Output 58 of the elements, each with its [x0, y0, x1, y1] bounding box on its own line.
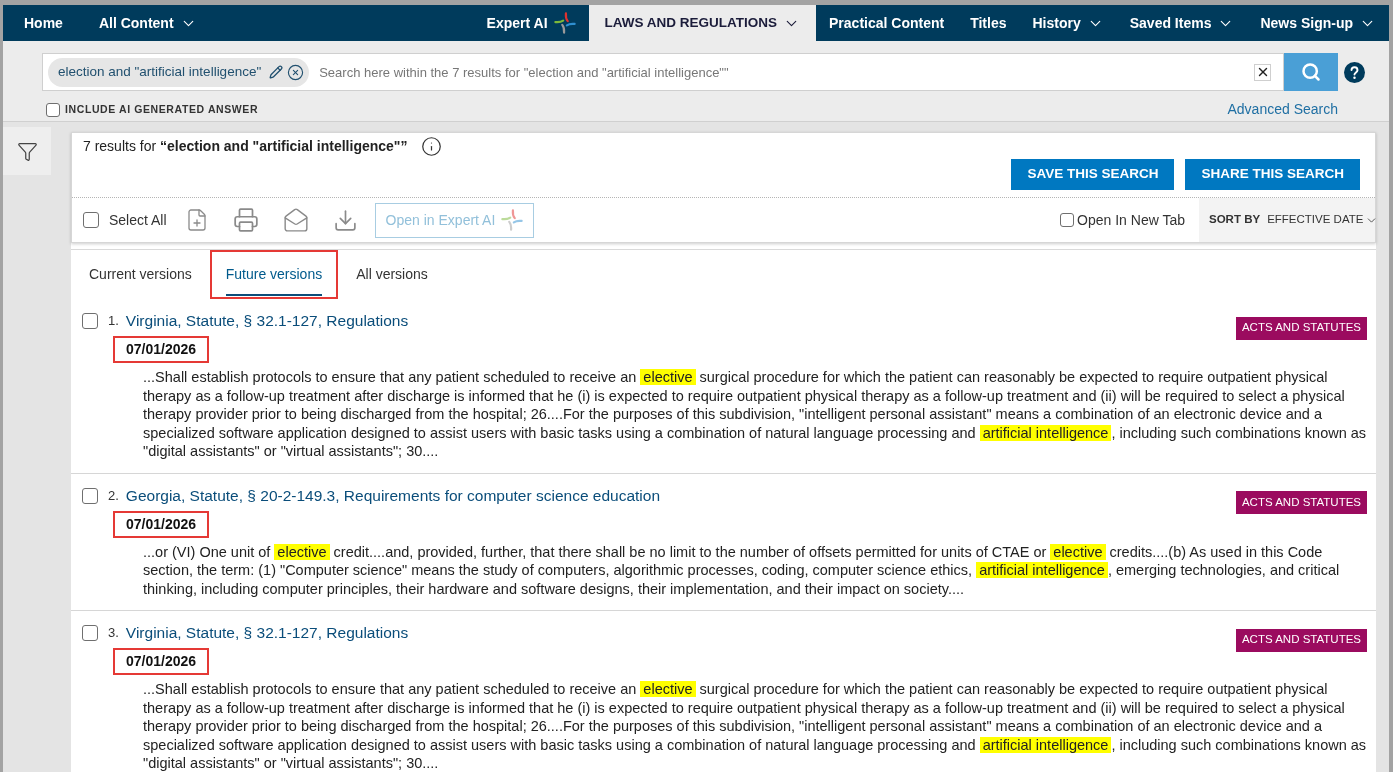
checkbox[interactable]: [82, 487, 98, 504]
download-icon[interactable]: [332, 207, 358, 233]
checkbox[interactable]: [82, 625, 98, 641]
sparkle-logo-icon: [501, 209, 524, 231]
result-title-link[interactable]: Virginia, Statute, § 32.1-127, Regulations: [125, 621, 409, 645]
result-snippet: ...or (VI) One unit of elective credit....and, provided, further, that there shall be no limit to the number of offsets permitted for units of CTAE or elective credits....(b) As used in this Code section, the term: (1) "Computer science" means the study of computers, algorithmic processes, coding, computer science ethics, artificial intelligence , emerging technologies, and critical thinking, including computer principles, their hardware and software designs, their implementation, and their impact on society....: [143, 542, 1341, 598]
info-icon[interactable]: [421, 136, 443, 157]
result-number: 3.: [108, 624, 119, 643]
category-badge: ACTS AND STATUTES: [1235, 491, 1367, 514]
nav-link[interactable]: All Content: [85, 5, 210, 41]
checkbox[interactable]: [46, 102, 60, 117]
result-snippet: ...Shall establish protocols to ensure that any patient scheduled to receive an elective surgical procedure for which the patient can reasonably be expected to require outpatient physical therapy as a follow-up treatment after discharge is informed that he (i) is expected to require outpatient physical therapy as a follow-up treatment and (ii) will be required to select a physical therapy provider prior to being discharged from the hospital; 26....For the purposes of this subdivision, "intelligent personal assistant" means a combination of an electronic device and a specialized software application designed to assist users with basic tasks using a combination of natural language processing and artificial intelligence , including such combinations known as "digital assistants" or "virtual assistants"; 30....: [143, 368, 1367, 461]
nav-link[interactable]: Home: [11, 5, 76, 41]
search-button[interactable]: [1284, 53, 1338, 91]
checkbox-label: INCLUDE AI GENERATED ANSWER: [65, 101, 259, 117]
sort-dropdown[interactable]: EFFECTIVE DATE: [1267, 211, 1379, 229]
search-field[interactable]: election and "artificial intelligence" Search here within the 7 results for "election and "artificial intelligence"": [42, 53, 1284, 91]
pencil-icon[interactable]: [269, 65, 284, 79]
help-icon[interactable]: [1344, 61, 1365, 83]
category-badge: ACTS AND STATUTES: [1235, 628, 1367, 652]
search-icon: [1301, 62, 1321, 82]
version-tab[interactable]: All versions: [340, 250, 444, 299]
search-action-button[interactable]: SAVE THIS SEARCH: [1011, 159, 1175, 190]
sparkle-logo-icon: [553, 12, 576, 34]
nav-link[interactable]: Expert AI: [473, 5, 589, 41]
results-summary: 7 results for “election and "artificial intelligence"”: [83, 137, 408, 156]
search-query-chip[interactable]: election and "artificial intelligence": [48, 57, 310, 87]
nav-link[interactable]: Titles: [957, 5, 1020, 41]
filter-icon: [16, 140, 38, 162]
category-badge: ACTS AND STATUTES: [1235, 316, 1367, 340]
nav-link[interactable]: Saved Items: [1116, 5, 1248, 41]
version-tab[interactable]: Current versions: [73, 250, 208, 299]
clear-circle-icon[interactable]: [287, 63, 305, 81]
effective-date: 07/01/2026: [113, 510, 210, 538]
result-title-link[interactable]: Virginia, Statute, § 32.1-127, Regulations: [125, 309, 409, 333]
nav-link[interactable]: Practical Content: [816, 5, 958, 41]
effective-date: 07/01/2026: [113, 648, 210, 675]
effective-date: 07/01/2026: [113, 336, 210, 363]
checkbox-label: Select All: [109, 210, 167, 230]
result-title-link[interactable]: Georgia, Statute, § 20-2-149.3, Requirements for computer science education: [125, 483, 661, 508]
checkbox[interactable]: [1060, 213, 1075, 227]
checkbox-label: Open In New Tab: [1077, 210, 1185, 230]
envelope-icon[interactable]: [282, 207, 309, 233]
filter-button[interactable]: [3, 127, 51, 175]
result-snippet: ...Shall establish protocols to ensure that any patient scheduled to receive an elective surgical procedure for which the patient can reasonably be expected to require outpatient physical therapy as a follow-up treatment after discharge is informed that he (i) is expected to require outpatient physical therapy as a follow-up treatment and (ii) will be required to select a physical therapy provider prior to being discharged from the hospital; 26....For the purposes of this subdivision, "intelligent personal assistant" means a combination of an electronic device and a specialized software application designed to assist users with basic tasks using a combination of natural language processing and artificial intelligence , including such combinations known as "digital assistants" or "virtual assistants"; 30....: [143, 680, 1367, 772]
search-action-button[interactable]: SHARE THIS SEARCH: [1185, 159, 1360, 190]
print-icon[interactable]: [232, 207, 259, 233]
checkbox[interactable]: [83, 212, 99, 228]
result-number: 1.: [108, 312, 119, 331]
version-tab[interactable]: Future versions: [209, 250, 339, 299]
sort-label: SORT BY: [1209, 212, 1261, 228]
checkbox[interactable]: [82, 313, 98, 329]
nav-link[interactable]: History: [1019, 5, 1117, 41]
clear-button[interactable]: [1254, 63, 1271, 81]
result-number: 2.: [108, 486, 119, 505]
nav-link[interactable]: News Sign-up: [1247, 5, 1389, 41]
advanced-search-link[interactable]: Advanced Search: [1227, 99, 1338, 120]
nav-link[interactable]: LAWS AND REGULATIONS: [588, 5, 817, 41]
